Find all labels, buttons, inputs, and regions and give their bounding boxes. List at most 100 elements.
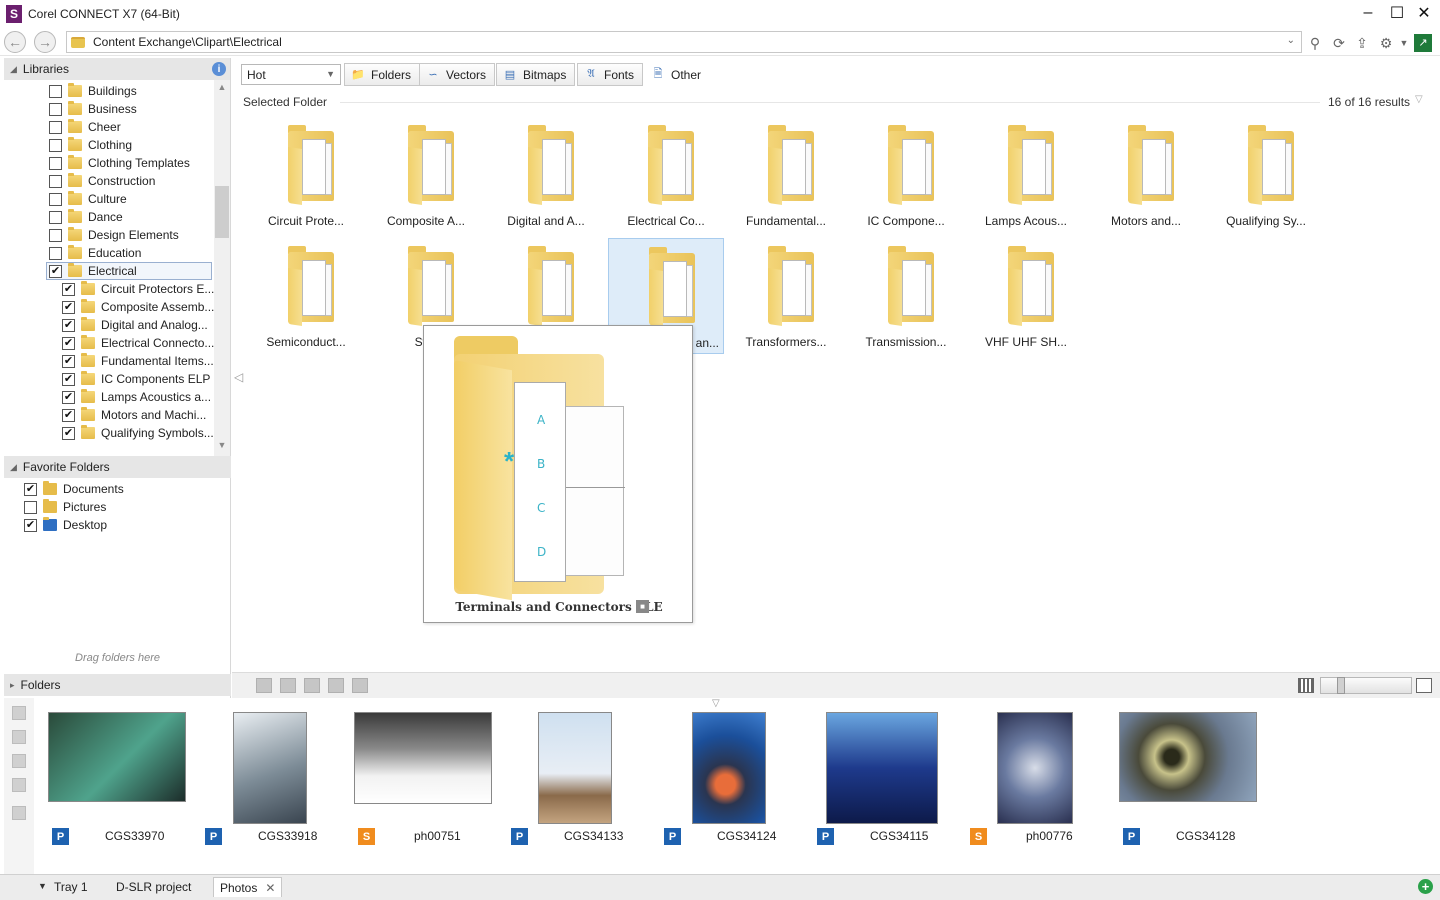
libraries-header[interactable]: ◢ Libraries i — [4, 58, 230, 80]
back-button[interactable]: ← — [4, 31, 26, 53]
library-checkbox[interactable]: ✔ — [62, 390, 75, 404]
library-item[interactable]: ✔ Lamps Acoustics a... — [4, 388, 230, 406]
photo-thumbnail[interactable] — [826, 712, 938, 824]
search-icon[interactable]: ⚲ — [1306, 34, 1324, 52]
tray-action-icon[interactable] — [304, 678, 320, 693]
library-item[interactable]: ✔ Motors and Machi... — [4, 406, 230, 424]
library-checkbox[interactable]: ✔ — [62, 318, 75, 332]
favorite-checkbox[interactable]: ✔ — [24, 518, 37, 532]
favorite-folder-item[interactable]: ✔ Documents — [4, 480, 231, 498]
library-item[interactable]: Cheer — [4, 118, 230, 136]
tray-side-icon[interactable] — [12, 706, 26, 720]
photo-thumbnail[interactable] — [354, 712, 492, 804]
library-checkbox[interactable] — [49, 174, 62, 188]
info-icon[interactable]: i — [212, 62, 226, 76]
library-item[interactable]: Business — [4, 100, 230, 118]
sync-icon[interactable]: ⟳ — [1330, 34, 1348, 52]
library-item[interactable]: ✔ Electrical — [4, 262, 230, 280]
photo-thumbnail[interactable] — [1119, 712, 1257, 802]
folder-tile[interactable]: Circuit Prote... — [248, 117, 364, 233]
gear-icon[interactable]: ⚙ — [1377, 34, 1395, 52]
tray-action-icon[interactable] — [280, 678, 296, 693]
library-item[interactable]: Education — [4, 244, 230, 262]
library-checkbox[interactable]: ✔ — [62, 354, 75, 368]
library-item[interactable]: Clothing — [4, 136, 230, 154]
library-checkbox[interactable]: ✔ — [62, 426, 75, 440]
library-checkbox[interactable] — [49, 84, 62, 98]
tray-action-icon[interactable] — [328, 678, 344, 693]
tab-tray-1[interactable]: Tray 1 — [48, 877, 94, 897]
folder-tile[interactable]: IC Compone... — [848, 117, 964, 233]
folder-tile[interactable]: Qualifying Sy... — [1208, 117, 1324, 233]
tray-action-icon[interactable] — [256, 678, 272, 693]
tray-action-icon[interactable] — [352, 678, 368, 693]
library-checkbox[interactable] — [49, 156, 62, 170]
tab-photos[interactable]: Photos ✕ — [213, 877, 283, 897]
thumbnail-size-slider[interactable] — [1320, 677, 1412, 694]
library-item[interactable]: Construction — [4, 172, 230, 190]
library-checkbox[interactable]: ✔ — [62, 336, 75, 350]
export-icon[interactable]: ↗ — [1414, 34, 1432, 52]
library-checkbox[interactable]: ✔ — [49, 264, 62, 278]
library-checkbox[interactable]: ✔ — [62, 282, 75, 296]
close-button[interactable]: ✕ — [1410, 2, 1438, 24]
library-checkbox[interactable] — [49, 228, 62, 242]
scroll-up-icon[interactable]: ▲ — [214, 82, 230, 96]
add-tray-button[interactable]: + — [1418, 879, 1433, 894]
folder-tile[interactable]: Fundamental... — [728, 117, 844, 233]
collapse-triangle-icon[interactable]: ◢ — [10, 64, 17, 75]
favorite-folder-item[interactable]: ✔ Desktop — [4, 516, 231, 534]
other-filter-button[interactable]: 🗎 Other — [644, 63, 710, 86]
tray-side-icon[interactable] — [12, 778, 26, 792]
maximize-button[interactable]: ☐ — [1383, 2, 1411, 24]
folder-tile[interactable]: Lamps Acous... — [968, 117, 1084, 233]
collapse-triangle-icon[interactable]: ◢ — [10, 462, 17, 473]
tray-menu-dropdown-icon[interactable]: ▼ — [38, 881, 47, 891]
library-item[interactable]: ✔ Fundamental Items... — [4, 352, 230, 370]
photo-thumbnail[interactable] — [997, 712, 1073, 824]
fonts-filter-button[interactable]: 𝔄 Fonts — [577, 63, 644, 86]
expand-triangle-icon[interactable]: ▸ — [10, 680, 15, 691]
slider-thumb[interactable] — [1337, 677, 1345, 694]
folder-tile[interactable]: Digital and A... — [488, 117, 604, 233]
chevron-down-icon[interactable]: ⌄ — [1287, 35, 1295, 46]
folder-tile[interactable]: Transformers... — [728, 238, 844, 354]
folders-filter-button[interactable]: 📁 Folders — [344, 63, 421, 86]
library-checkbox[interactable]: ✔ — [62, 372, 75, 386]
sort-dropdown[interactable]: Hot ▼ — [241, 64, 341, 85]
folder-tile[interactable]: Composite A... — [368, 117, 484, 233]
tray-collapse-icon[interactable]: ▽ — [712, 698, 720, 709]
library-item[interactable]: ✔ Composite Assemb... — [4, 298, 230, 316]
close-tab-icon[interactable]: ✕ — [265, 881, 275, 895]
folder-tile[interactable]: Transmission... — [848, 238, 964, 354]
photo-thumbnail[interactable] — [538, 712, 612, 824]
library-item[interactable]: ✔ Digital and Analog... — [4, 316, 230, 334]
address-field[interactable]: Content Exchange\Clipart\Electrical ⌄ — [66, 31, 1302, 53]
folder-tile[interactable]: Electrical Co... — [608, 117, 724, 233]
tab-dslr-project[interactable]: D-SLR project — [110, 877, 197, 897]
favorite-folders-header[interactable]: ◢ Favorite Folders — [4, 456, 231, 478]
folders-header[interactable]: ▸ Folders — [4, 674, 231, 696]
scroll-down-icon[interactable]: ▼ — [214, 440, 230, 454]
folder-tile[interactable]: Semiconduct... — [248, 238, 364, 354]
scroll-thumb[interactable] — [215, 186, 229, 238]
favorite-checkbox[interactable] — [24, 500, 37, 514]
library-checkbox[interactable] — [49, 210, 62, 224]
library-checkbox[interactable]: ✔ — [62, 408, 75, 422]
tray-side-icon[interactable] — [12, 730, 26, 744]
forward-button[interactable]: → — [34, 31, 56, 53]
library-item[interactable]: Buildings — [4, 82, 230, 100]
library-item[interactable]: Dance — [4, 208, 230, 226]
library-item[interactable]: ✔ Electrical Connecto... — [4, 334, 230, 352]
favorite-folder-item[interactable]: Pictures — [4, 498, 231, 516]
tag-icon[interactable]: ■ — [636, 600, 649, 613]
collapse-left-arrow-icon[interactable]: ◁ — [234, 370, 243, 384]
vectors-filter-button[interactable]: ∽ Vectors — [419, 63, 496, 86]
library-checkbox[interactable] — [49, 120, 62, 134]
libraries-scrollbar[interactable]: ▲ ▼ — [214, 80, 230, 456]
library-checkbox[interactable] — [49, 246, 62, 260]
small-thumbnails-icon[interactable] — [1298, 678, 1314, 693]
library-item[interactable]: ✔ Circuit Protectors E... — [4, 280, 230, 298]
tray-side-icon[interactable] — [12, 754, 26, 768]
folder-tile[interactable]: Motors and... — [1088, 117, 1204, 233]
